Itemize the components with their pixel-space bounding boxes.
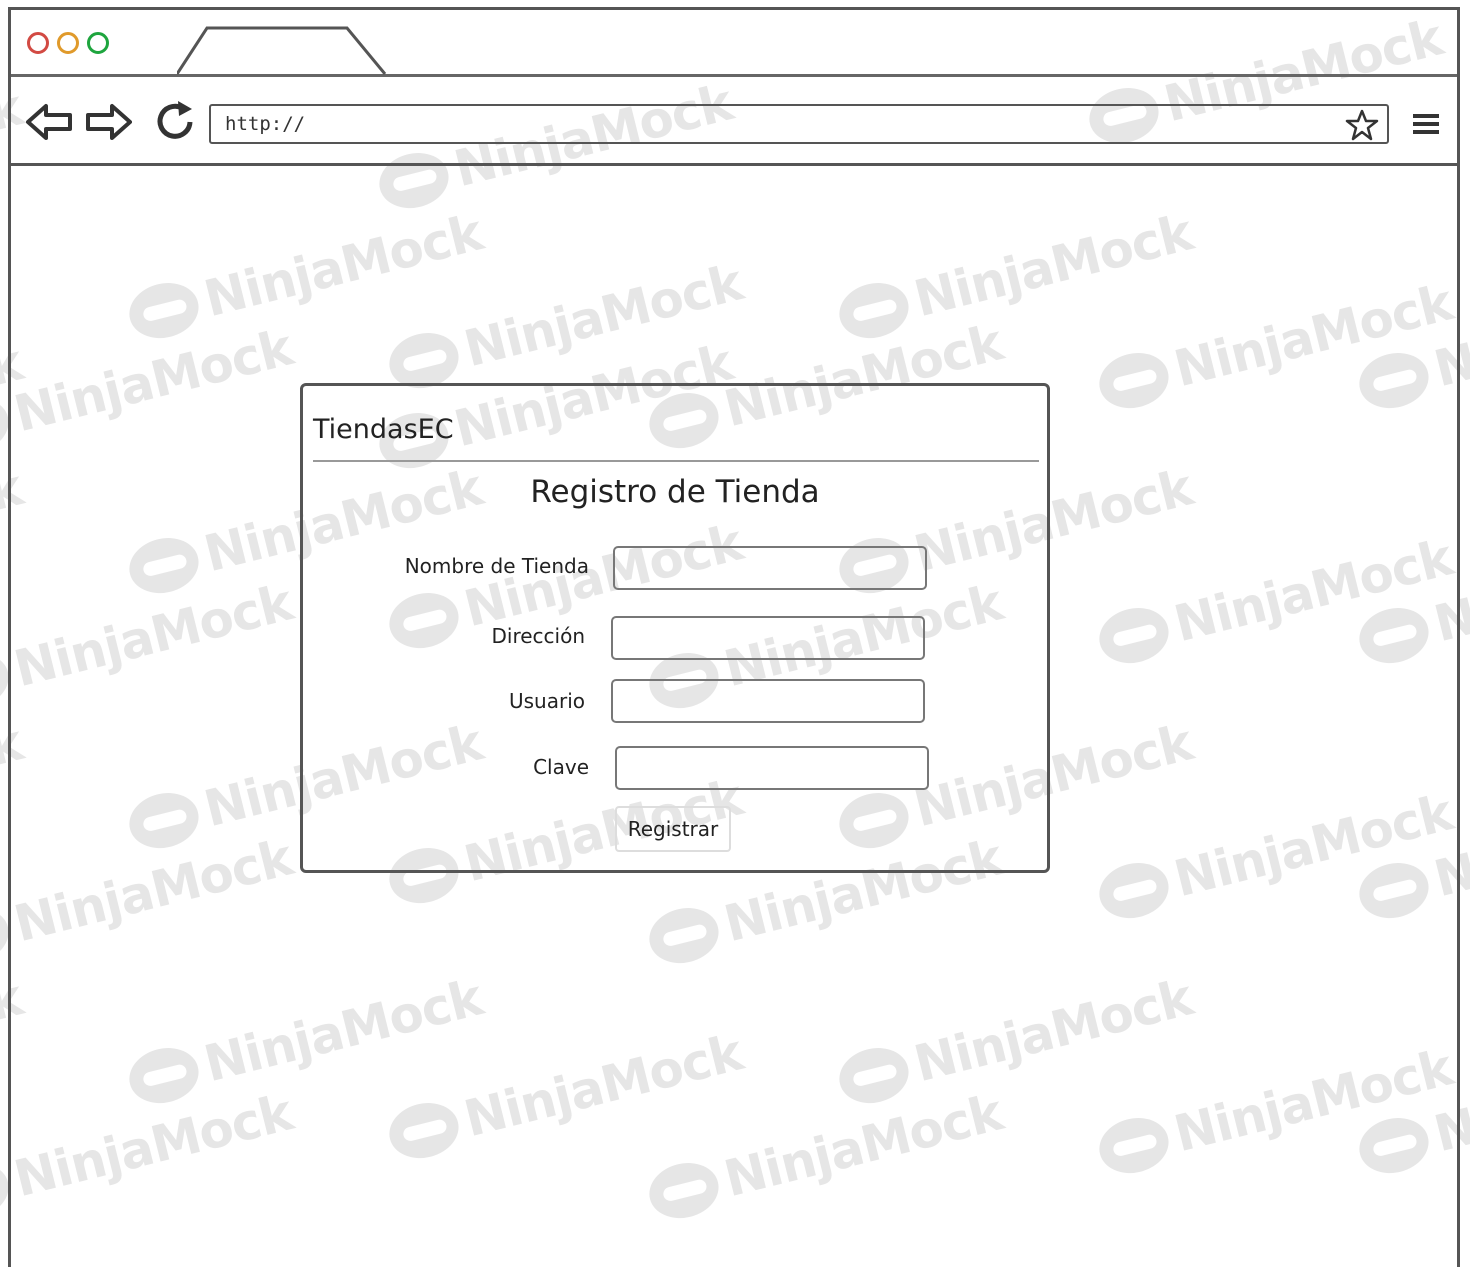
username-input[interactable]	[611, 679, 925, 723]
browser-toolbar: http://	[11, 77, 1457, 166]
username-label: Usuario	[508, 689, 585, 713]
reload-button[interactable]	[151, 101, 199, 143]
back-arrow-icon	[26, 104, 72, 140]
header-divider	[313, 460, 1039, 462]
hamburger-menu-icon[interactable]	[1411, 111, 1441, 137]
back-button[interactable]	[25, 101, 73, 143]
browser-titlebar	[11, 10, 1457, 77]
address-label: Dirección	[491, 624, 585, 648]
store-registration-card: TiendasEC Registro de Tienda Nombre de T…	[300, 383, 1050, 873]
form-title: Registro de Tienda	[530, 474, 820, 510]
forward-button[interactable]	[85, 101, 133, 143]
bookmark-star-icon[interactable]	[1345, 108, 1379, 142]
close-window-button[interactable]	[27, 32, 49, 54]
brand-name: TiendasEC	[313, 414, 454, 445]
store-name-input[interactable]	[613, 546, 927, 590]
register-button[interactable]: Registrar	[615, 806, 731, 852]
url-bar[interactable]: http://	[209, 104, 1389, 144]
password-input[interactable]	[615, 746, 929, 790]
password-label: Clave	[533, 755, 589, 779]
minimize-window-button[interactable]	[57, 32, 79, 54]
reload-icon	[157, 101, 193, 139]
address-input[interactable]	[611, 616, 925, 660]
maximize-window-button[interactable]	[87, 32, 109, 54]
url-text: http://	[225, 113, 306, 135]
store-name-label: Nombre de Tienda	[404, 554, 589, 578]
forward-arrow-icon	[86, 104, 132, 140]
browser-tab[interactable]	[177, 26, 387, 76]
